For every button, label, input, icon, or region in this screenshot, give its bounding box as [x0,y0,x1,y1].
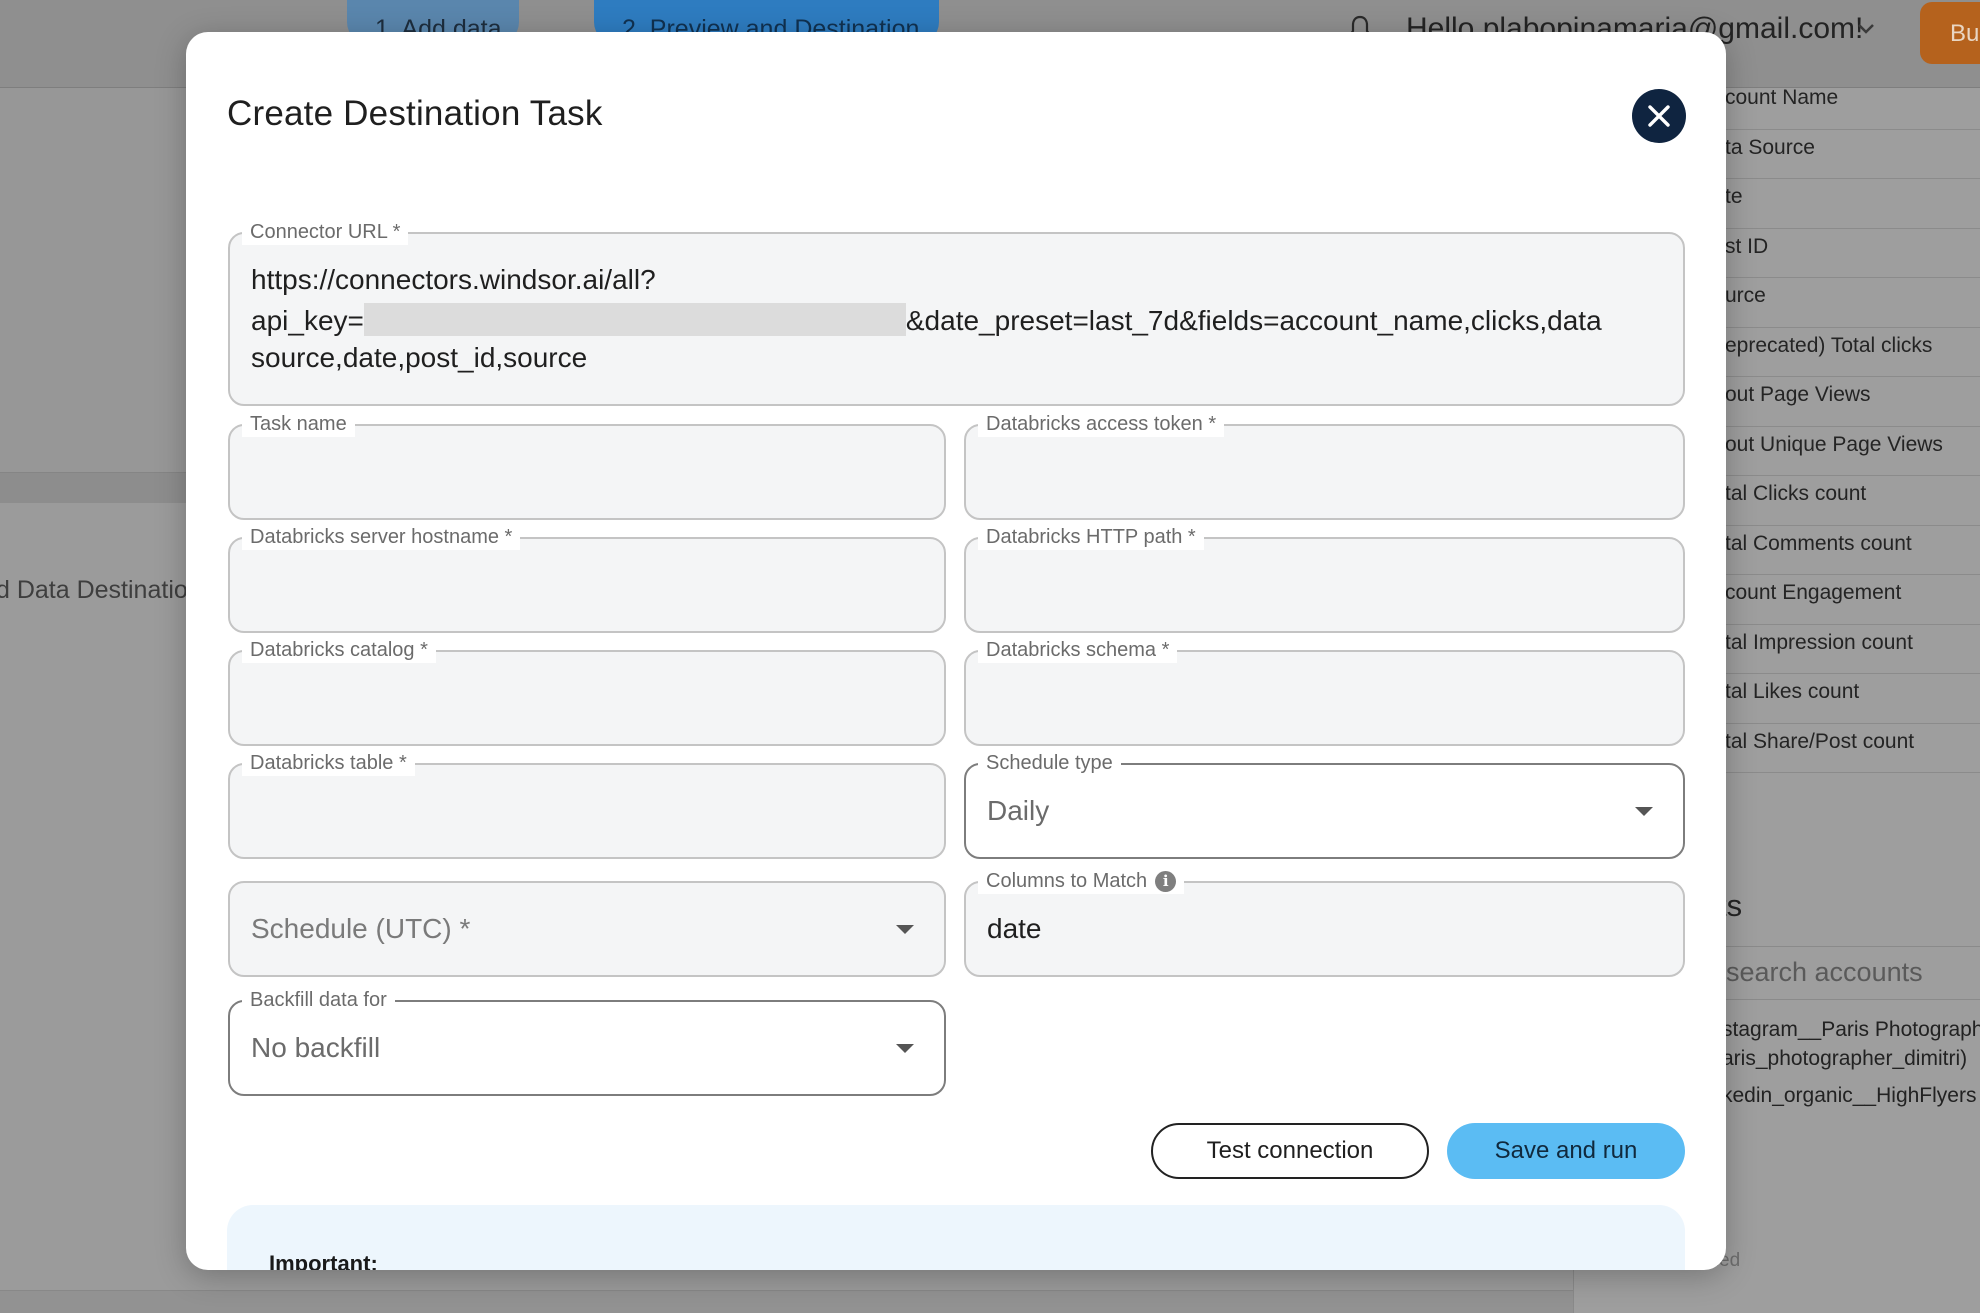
field-item[interactable]: urce [1700,278,1980,328]
schedule-type-select[interactable]: Schedule type Daily [964,750,1685,859]
field-item[interactable]: tal Comments count [1700,526,1980,575]
field-item[interactable]: eprecated) Total clicks [1700,328,1980,377]
access-token-label: Databricks access token * [978,411,1225,437]
connector-url-field[interactable]: Connector URL * https://connectors.winds… [228,219,1685,406]
schedule-type-value: Daily [987,795,1050,826]
field-item[interactable]: out Page Views [1700,377,1980,427]
important-notice: Important: [227,1205,1685,1270]
field-item[interactable]: ta Source [1700,130,1980,179]
columns-to-match-field[interactable]: Columns to Match i date [964,868,1685,977]
field-list: count Name ta Source te st ID urce eprec… [1700,80,1980,773]
buy-button[interactable]: Bu [1920,2,1980,64]
accounts-search-input[interactable]: search accounts [1700,946,1980,1000]
field-item[interactable]: st ID [1700,229,1980,278]
field-item[interactable]: count Name [1700,80,1980,130]
close-button[interactable] [1632,89,1686,143]
important-title: Important: [269,1251,378,1270]
close-icon [1648,105,1670,127]
server-hostname-label: Databricks server hostname * [242,524,521,550]
connector-url-line-2: api_key= &date_preset=last_7d&fields=acco… [251,303,1602,336]
backfill-value: No backfill [251,1032,381,1063]
caret-down-icon [896,925,914,934]
task-name-field[interactable]: Task name [228,411,946,520]
info-icon[interactable]: i [1155,870,1177,892]
access-token-field[interactable]: Databricks access token * [964,411,1685,520]
chevron-down-icon[interactable] [1855,18,1877,40]
account-item[interactable]: stagram__Paris Photograph [1722,1018,1980,1042]
catalog-field[interactable]: Databricks catalog * [228,637,946,746]
table-field[interactable]: Databricks table * [228,750,946,859]
schema-label: Databricks schema * [978,637,1178,663]
left-divider [0,473,186,503]
task-name-label: Task name [242,411,355,437]
left-panel [0,88,186,473]
schedule-utc-placeholder: Schedule (UTC) * [251,913,471,944]
test-connection-button[interactable]: Test connection [1151,1123,1429,1179]
field-item[interactable]: tal Share/Post count [1700,724,1980,773]
caret-down-icon [896,1044,914,1053]
modal-title: Create Destination Task [227,94,603,133]
connector-url-line-1: https://connectors.windsor.ai/all? [251,264,656,295]
columns-to-match-value: date [987,913,1042,944]
schema-field[interactable]: Databricks schema * [964,637,1685,746]
field-item[interactable]: tal Clicks count [1700,476,1980,526]
http-path-field[interactable]: Databricks HTTP path * [964,524,1685,633]
field-item[interactable]: count Engagement [1700,575,1980,625]
account-item[interactable]: kedin_organic__HighFlyers [1722,1084,1976,1108]
account-item[interactable]: aris_photographer_dimitri) [1722,1047,1967,1071]
add-data-destination-label: d Data Destinatio [0,576,188,604]
caret-down-icon [1635,807,1653,816]
backfill-select[interactable]: Backfill data for No backfill [228,987,946,1096]
field-item[interactable]: te [1700,179,1980,229]
server-hostname-field[interactable]: Databricks server hostname * [228,524,946,633]
schedule-type-label: Schedule type [978,750,1121,776]
catalog-label: Databricks catalog * [242,637,436,663]
http-path-label: Databricks HTTP path * [978,524,1204,550]
backfill-label: Backfill data for [242,987,395,1013]
create-destination-modal: Create Destination Task Connector URL * … [186,32,1726,1270]
table-label: Databricks table * [242,750,415,776]
field-item[interactable]: tal Likes count [1700,674,1980,724]
columns-to-match-label: Columns to Match i [978,868,1185,894]
save-and-run-button[interactable]: Save and run [1447,1123,1685,1179]
field-item[interactable]: tal Impression count [1700,625,1980,674]
redacted-api-key [363,303,906,336]
connector-url-line-3: source,date,post_id,source [251,342,588,373]
connector-url-label: Connector URL * [242,219,409,245]
schedule-utc-select[interactable]: Schedule (UTC) * [228,881,946,977]
field-item[interactable]: out Unique Page Views [1700,427,1980,476]
